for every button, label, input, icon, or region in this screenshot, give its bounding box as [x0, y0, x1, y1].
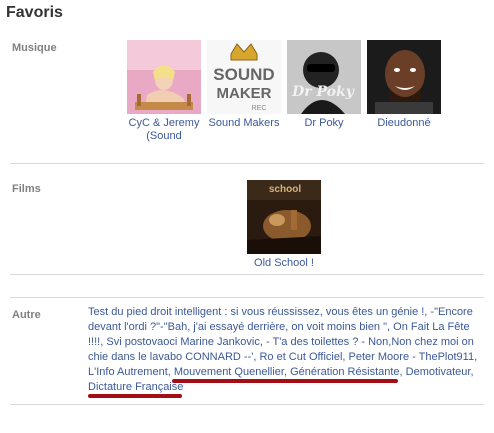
favorite-item-old-school[interactable]: school Old School !	[246, 180, 322, 270]
section-divider	[10, 404, 484, 405]
favorite-item-name[interactable]: Sound Makers	[206, 117, 282, 130]
annotation-underline	[256, 379, 398, 383]
autre-link[interactable]: Demotivateur	[406, 366, 471, 378]
autre-link[interactable]: Dictature Française	[88, 381, 183, 393]
autre-link[interactable]: Svi postovaoci Marine Jankovic	[106, 336, 259, 348]
favorite-item-name[interactable]: Old School !	[246, 257, 322, 270]
svg-text:school: school	[269, 184, 301, 195]
annotation-underline	[88, 394, 182, 398]
favorite-item-name[interactable]: Dieudonné	[366, 117, 442, 130]
favorite-item-dr-poky[interactable]: Dr Poky Dr Poky	[286, 40, 362, 130]
section-divider	[10, 274, 484, 275]
list-separator: ,	[474, 351, 478, 363]
favorite-item-dieudonne[interactable]: Dieudonné	[366, 40, 442, 130]
favorite-item-cyc-jeremy[interactable]: CyC & Jeremy (Sound	[126, 40, 202, 143]
old-school-thumbnail[interactable]: school	[247, 180, 321, 254]
favorites-title: Favoris	[6, 4, 63, 21]
autre-link[interactable]: Peter Moore - ThePlot911	[349, 351, 475, 363]
favorite-item-name[interactable]: Dr Poky	[286, 117, 362, 130]
autre-link[interactable]: Test du pied droit intelligent : si vous…	[88, 306, 424, 318]
list-separator: ,	[470, 366, 474, 378]
favorite-item-sound-makers[interactable]: SOUND MAKER REC Sound Makers	[206, 40, 282, 130]
svg-text:MAKER: MAKER	[217, 85, 272, 102]
autre-link[interactable]: L'Info Autrement	[88, 366, 168, 378]
cyc-jeremy-thumbnail[interactable]	[127, 40, 201, 114]
svg-text:SOUND: SOUND	[213, 65, 274, 84]
autre-link[interactable]: Mouvement Quenellier	[174, 366, 284, 378]
sound-makers-logo-thumbnail[interactable]: SOUND MAKER REC	[207, 40, 281, 114]
dieudonne-portrait-thumbnail[interactable]	[367, 40, 441, 114]
svg-text:REC: REC	[252, 105, 267, 112]
autre-link[interactable]: Génération Résistante	[290, 366, 399, 378]
section-divider	[10, 297, 484, 298]
section-label-autre: Autre	[12, 309, 41, 321]
section-label-films: Films	[12, 183, 41, 195]
favorite-item-name[interactable]: CyC & Jeremy (Sound	[126, 117, 202, 143]
dr-poky-thumbnail[interactable]: Dr Poky	[287, 40, 361, 114]
section-divider	[10, 163, 484, 164]
svg-text:Dr Poky: Dr Poky	[291, 84, 355, 100]
section-label-musique: Musique	[12, 42, 57, 54]
autre-link[interactable]: Ro et Cut Officiel	[259, 351, 342, 363]
